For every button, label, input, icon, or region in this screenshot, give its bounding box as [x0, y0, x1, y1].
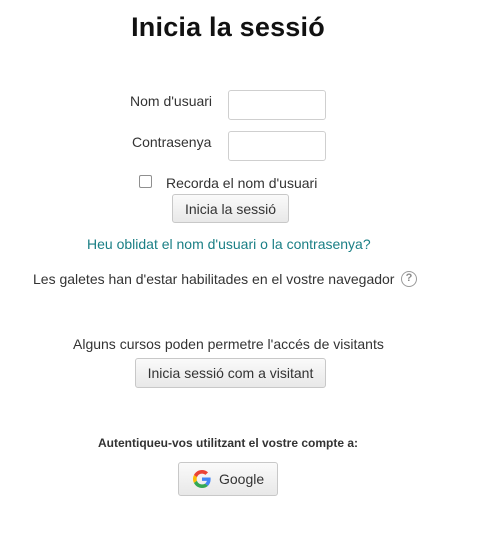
username-input[interactable]: [228, 90, 326, 120]
google-icon: [193, 470, 211, 488]
help-icon[interactable]: ?: [401, 271, 417, 287]
guest-login-button[interactable]: Inicia sessió com a visitant: [135, 358, 326, 388]
identity-providers-heading: Autentiqueu-vos utilitzant el vostre com…: [98, 436, 359, 450]
password-label: Contrasenya: [132, 134, 212, 150]
google-login-button[interactable]: Google: [178, 462, 278, 496]
page-title: Inicia la sessió: [131, 12, 325, 42]
forgot-credentials-link[interactable]: Heu oblidat el nom d'usuari o la contras…: [87, 236, 371, 252]
remember-username-checkbox[interactable]: [139, 175, 152, 188]
remember-username-label: Recorda el nom d'usuari: [166, 175, 318, 191]
guest-access-text: Alguns cursos poden permetre l'accés de …: [73, 336, 384, 352]
cookies-notice-text: Les galetes han d'estar habilitades en e…: [33, 271, 395, 287]
password-input[interactable]: [228, 131, 326, 161]
google-button-label: Google: [219, 471, 265, 487]
username-label: Nom d'usuari: [130, 93, 213, 109]
login-button[interactable]: Inicia la sessió: [172, 194, 289, 223]
